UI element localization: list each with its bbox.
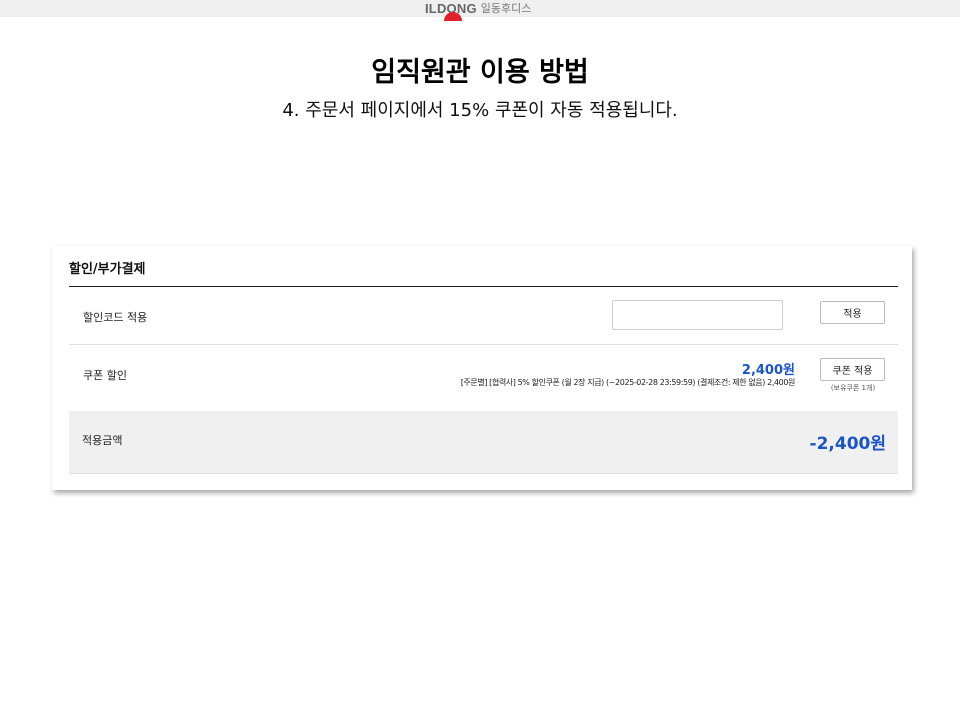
apply-code-button[interactable]: 적용 xyxy=(820,301,885,324)
top-bar: ILDONG 일동후디스 xyxy=(0,0,960,21)
discount-code-label: 할인코드 적용 xyxy=(83,311,148,324)
coupon-description: [주문별] [협력사] 5% 할인쿠폰 (월 2장 지급) (~2025-02-… xyxy=(460,378,796,387)
coupon-label: 쿠폰 할인 xyxy=(83,369,127,382)
brand-logo[interactable]: ILDONG 일동후디스 xyxy=(425,0,532,21)
heading-divider xyxy=(69,286,898,287)
total-value: -2,400원 xyxy=(809,434,886,454)
discount-code-input[interactable] xyxy=(612,300,783,330)
owned-coupon-note: (보유쿠폰 1개) xyxy=(830,384,876,392)
discount-panel: 할인/부가결제 할인코드 적용 적용 쿠폰 할인 2,400원 [주문별] [협… xyxy=(52,246,912,490)
page-title: 임직원관 이용 방법 xyxy=(371,57,589,88)
apply-coupon-button[interactable]: 쿠폰 적용 xyxy=(820,358,885,381)
coupon-amount: 2,400원 xyxy=(741,363,795,378)
row-divider xyxy=(69,344,898,345)
logo-korean-name: 일동후디스 xyxy=(480,2,532,15)
total-label: 적용금액 xyxy=(82,434,123,447)
panel-heading: 할인/부가결제 xyxy=(69,262,146,277)
page-subtitle: 4. 주문서 페이지에서 15% 쿠폰이 자동 적용됩니다. xyxy=(282,100,678,121)
total-row: 적용금액 -2,400원 xyxy=(69,411,898,474)
